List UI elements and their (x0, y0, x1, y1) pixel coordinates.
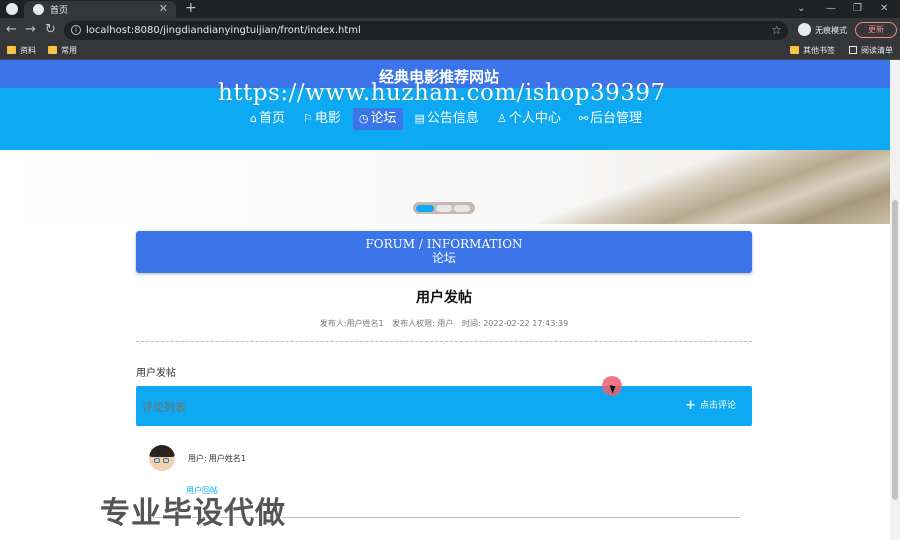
comment-header-bar: 评论列表 + 点击评论 (136, 386, 752, 426)
home-icon: ⌂ (250, 112, 257, 125)
other-bookmarks[interactable]: 其他书签 (790, 46, 835, 56)
nav-item-admin[interactable]: ⚯ 后台管理 (573, 108, 648, 130)
user-icon: ♙ (496, 112, 507, 125)
browser-tab-bar: 首页 ✕ + ⌄ — ❐ ✕ (0, 0, 900, 18)
folder-icon (790, 46, 799, 54)
page-scrollbar[interactable] (890, 60, 900, 540)
comment-list-title: 评论列表 (142, 401, 186, 414)
tab-close-icon[interactable]: ✕ (159, 2, 168, 16)
chevron-down-icon[interactable]: ⌄ (797, 1, 805, 16)
post-author: 发布人:用户姓名1 (319, 319, 384, 328)
carousel-indicators (413, 202, 475, 214)
divider (136, 341, 752, 342)
bookmarks-bar: 资料 常用 其他书签 阅读清单 (0, 43, 900, 60)
watermark-url: https://www.huzhan.com/ishop39397 (218, 80, 666, 106)
close-window-button[interactable]: ✕ (880, 1, 888, 16)
link-icon: ⚯ (578, 112, 589, 125)
add-comment-button[interactable]: + 点击评论 (685, 398, 736, 414)
nav-item-forum[interactable]: ◷ 论坛 (352, 108, 403, 130)
section-title-en: FORUM / INFORMATION (365, 237, 523, 251)
folder-icon (7, 46, 16, 54)
nav-item-movies[interactable]: ⚐ 电影 (297, 108, 347, 130)
incognito-label: 无痕模式 (815, 26, 847, 35)
nav-item-announcements[interactable]: ▤ 公告信息 (409, 108, 485, 130)
post-meta: 发布人:用户姓名1 发布人权限: 用户 时间: 2022-02-22 17:43… (136, 318, 752, 329)
minimize-button[interactable]: — (826, 1, 836, 16)
page-viewport: 经典电影推荐网站 https://www.huzhan.com/ishop393… (0, 60, 890, 540)
forward-button[interactable]: → (25, 22, 36, 38)
flag-icon: ⚐ (303, 112, 313, 125)
hero-banner (0, 150, 890, 224)
reload-button[interactable]: ↻ (45, 22, 56, 38)
nav-item-profile[interactable]: ♙ 个人中心 (491, 108, 567, 130)
nav-item-home[interactable]: ⌂ 首页 (244, 108, 291, 130)
post-time: 时间: 2022-02-22 17:43:39 (461, 319, 569, 328)
site-header: 经典电影推荐网站 https://www.huzhan.com/ishop393… (0, 60, 890, 150)
post-content: 用户发帖 (136, 368, 176, 379)
incognito-icon (798, 23, 811, 36)
folder-icon (48, 46, 57, 54)
update-button[interactable]: 更新 (855, 22, 897, 38)
globe-icon (33, 4, 44, 15)
star-icon[interactable]: ☆ (771, 23, 782, 37)
document-icon: ▤ (414, 112, 425, 125)
bookmark-folder-ziliao[interactable]: 资料 (7, 46, 36, 56)
section-banner: FORUM / INFORMATION 论坛 (136, 231, 752, 273)
restore-button[interactable]: ❐ (853, 1, 862, 16)
carousel-dot-3[interactable] (453, 204, 470, 212)
avatar (149, 445, 175, 471)
main-nav: ⌂ 首页 ⚐ 电影 ◷ 论坛 ▤ 公告信息 ♙ 个人中心 ⚯ 后台管理 (244, 108, 654, 130)
browser-tab[interactable]: 首页 ✕ (24, 1, 176, 18)
banner-image (490, 150, 890, 224)
post-title: 用户发帖 (416, 290, 472, 306)
chrome-icon (6, 3, 18, 15)
back-button[interactable]: ← (6, 22, 17, 38)
watermark-overlay: 专业毕设代做 (100, 496, 286, 531)
bookmark-folder-changyong[interactable]: 常用 (48, 46, 77, 56)
post-role: 发布人权限: 用户 (392, 319, 454, 328)
carousel-dot-2[interactable] (435, 204, 452, 212)
browser-toolbar: ← → ↻ i ☆ 无痕模式 更新 (0, 18, 900, 43)
carousel-dot-1[interactable] (416, 204, 434, 212)
plus-icon: + (685, 398, 696, 413)
omnibox[interactable]: i ☆ (64, 21, 788, 40)
url-input[interactable] (86, 21, 736, 40)
comment-user: 用户: 用户姓名1 (188, 454, 246, 463)
tab-title: 首页 (50, 6, 69, 16)
reading-list-icon (849, 46, 857, 54)
section-title-cn: 论坛 (431, 251, 456, 265)
scrollbar-thumb[interactable] (892, 200, 898, 500)
reading-list[interactable]: 阅读清单 (849, 46, 893, 56)
new-tab-button[interactable]: + (185, 0, 197, 17)
tag-icon: ◷ (358, 112, 369, 125)
info-icon[interactable]: i (71, 25, 81, 35)
